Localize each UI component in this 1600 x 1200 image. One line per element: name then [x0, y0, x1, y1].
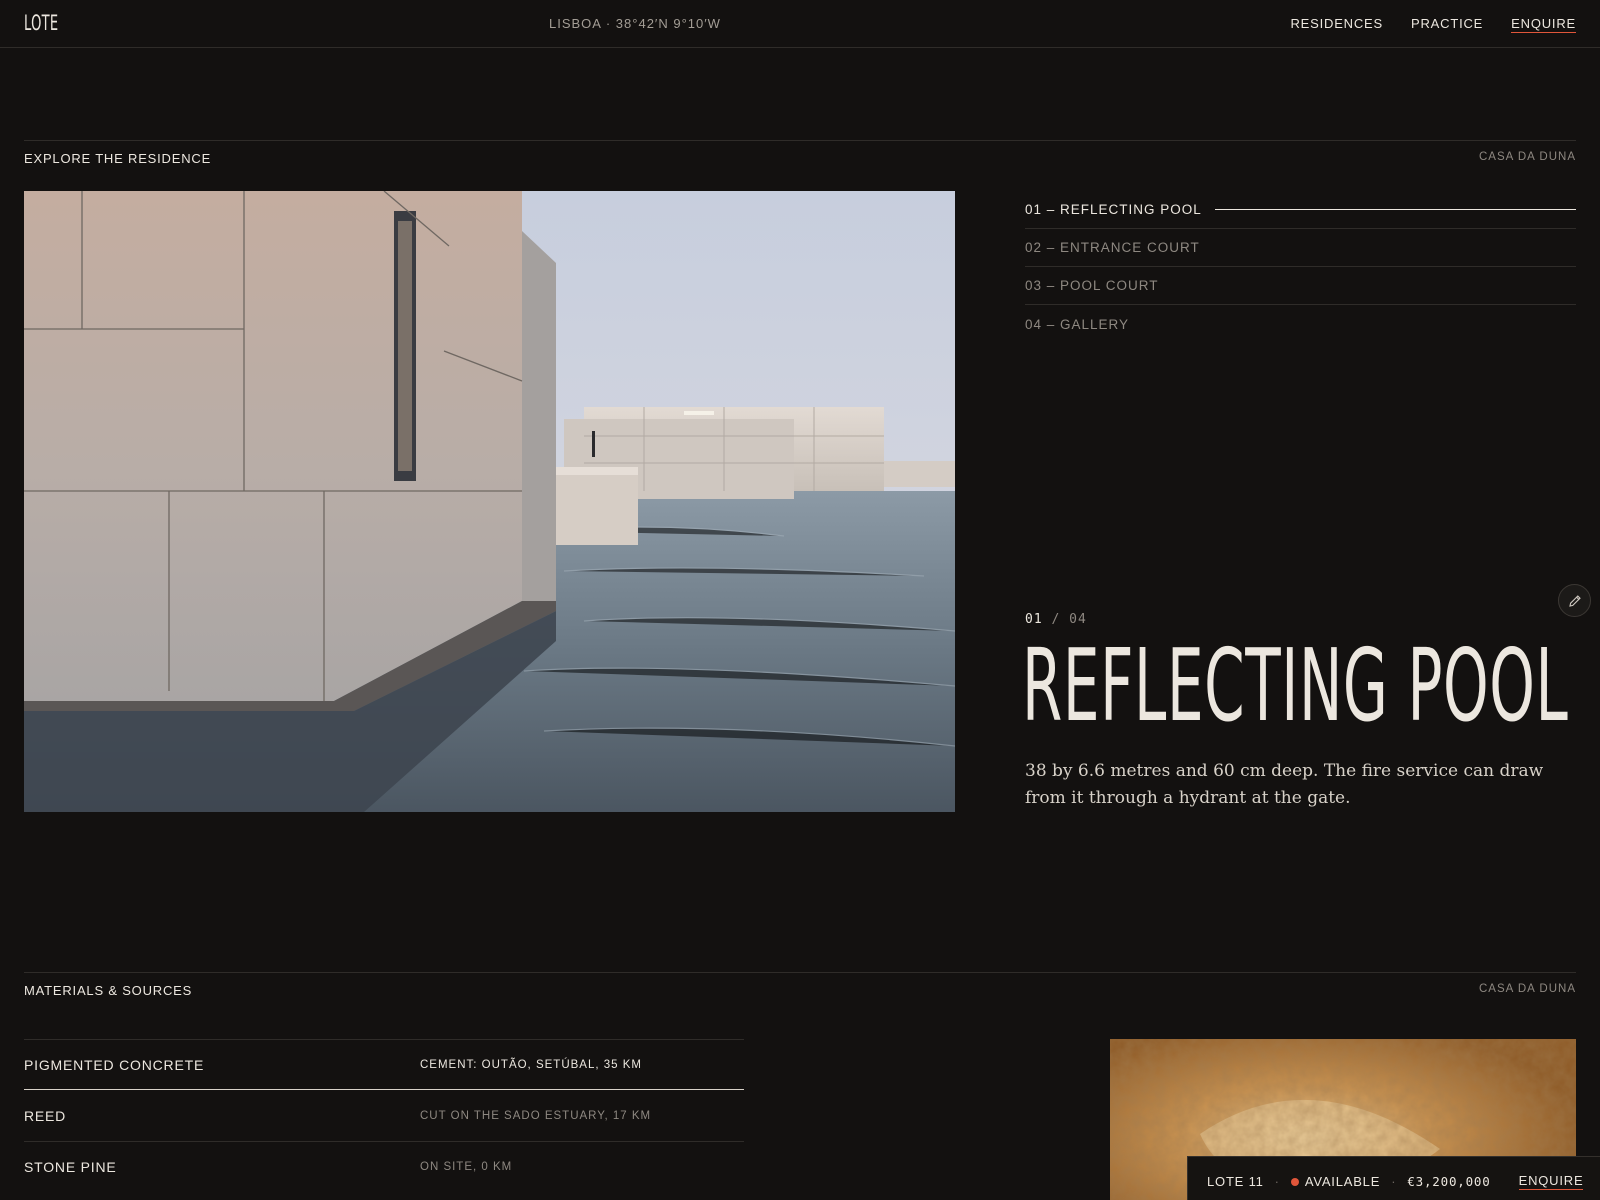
- material-source: CUT ON THE SADO ESTUARY, 17 KM: [420, 1109, 652, 1122]
- view-item-reflecting-pool[interactable]: 01 – REFLECTING POOL: [1025, 191, 1576, 229]
- material-row-stone-pine[interactable]: STONE PINE ON SITE, 0 KM: [24, 1141, 744, 1192]
- separator: ·: [1391, 1174, 1397, 1189]
- nav-residences[interactable]: RESIDENCES: [1290, 16, 1383, 33]
- lot-number: LOTE 11: [1207, 1174, 1264, 1189]
- nav-practice[interactable]: PRACTICE: [1411, 16, 1483, 33]
- enquire-button[interactable]: ENQUIRE: [1518, 1173, 1584, 1190]
- availability-status: AVAILABLE: [1304, 1174, 1381, 1189]
- residence-name: CASA DA DUNA: [1479, 151, 1576, 163]
- view-item-pool-court[interactable]: 03 – POOL COURT: [1025, 267, 1576, 305]
- section-title: EXPLORE THE RESIDENCE: [24, 151, 212, 166]
- view-item-entrance-court[interactable]: 02 – ENTRANCE COURT: [1025, 229, 1576, 267]
- view-list: 01 – REFLECTING POOL 02 – ENTRANCE COURT…: [1025, 191, 1576, 343]
- view-label: 04 – GALLERY: [1025, 316, 1130, 332]
- edit-button[interactable]: [1558, 584, 1591, 617]
- residence-photo: [24, 191, 955, 812]
- separator: ·: [1274, 1174, 1280, 1189]
- logo[interactable]: LOTE: [24, 11, 58, 35]
- top-bar: LOTE LISBOA · 38°42′N 9°10′W RESIDENCES …: [0, 0, 1600, 48]
- view-counter: 01 / 04: [1025, 612, 1087, 627]
- material-row-pigmented-concrete[interactable]: PIGMENTED CONCRETE CEMENT: OUTÃO, SETÚBA…: [24, 1039, 744, 1090]
- listing-bar: LOTE 11 · AVAILABLE · €3,200,000 ENQUIRE: [1187, 1156, 1600, 1200]
- counter-separator: /: [1051, 612, 1061, 627]
- counter-total: 04: [1069, 612, 1087, 627]
- active-indicator: [1214, 209, 1576, 210]
- materials-section-header: MATERIALS & SOURCES CASA DA DUNA: [24, 972, 1576, 1006]
- material-name: STONE PINE: [24, 1159, 117, 1175]
- view-label: 01 – REFLECTING POOL: [1025, 202, 1202, 217]
- material-source: ON SITE, 0 KM: [420, 1161, 513, 1173]
- view-item-gallery[interactable]: 04 – GALLERY: [1025, 305, 1576, 343]
- view-label: 03 – POOL COURT: [1025, 278, 1159, 293]
- main-nav: RESIDENCES PRACTICE ENQUIRE: [1290, 16, 1576, 33]
- material-source: CEMENT: OUTÃO, SETÚBAL, 35 KM: [420, 1058, 642, 1071]
- view-title: REFLECTING POOL: [1022, 627, 1569, 744]
- location-coordinates: LISBOA · 38°42′N 9°10′W: [549, 16, 721, 31]
- status-dot-icon: [1290, 1177, 1299, 1186]
- nav-enquire[interactable]: ENQUIRE: [1511, 16, 1576, 33]
- price: €3,200,000: [1407, 1174, 1491, 1189]
- material-name: REED: [24, 1107, 67, 1124]
- section-title: MATERIALS & SOURCES: [24, 983, 193, 998]
- material-row-reed[interactable]: REED CUT ON THE SADO ESTUARY, 17 KM: [24, 1090, 744, 1141]
- explore-section-header: EXPLORE THE RESIDENCE CASA DA DUNA: [24, 140, 1576, 174]
- counter-current: 01: [1025, 612, 1043, 627]
- materials-list: PIGMENTED CONCRETE CEMENT: OUTÃO, SETÚBA…: [24, 1039, 744, 1192]
- view-description: 38 by 6.6 metres and 60 cm deep. The fir…: [1025, 761, 1544, 808]
- pencil-icon: [1568, 594, 1581, 607]
- residence-name: CASA DA DUNA: [1479, 983, 1576, 995]
- material-name: PIGMENTED CONCRETE: [24, 1056, 205, 1073]
- view-label: 02 – ENTRANCE COURT: [1025, 240, 1200, 255]
